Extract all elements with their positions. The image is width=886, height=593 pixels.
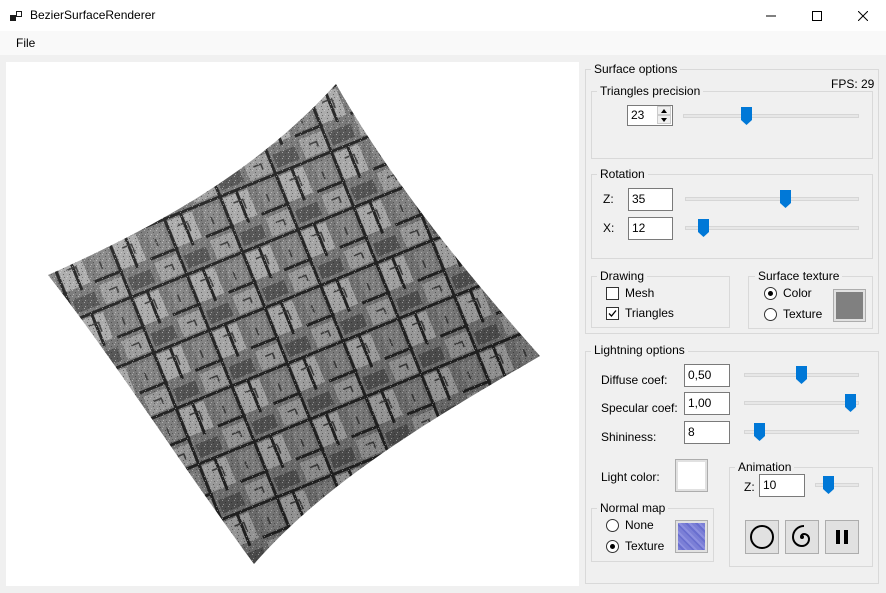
window-title: BezierSurfaceRenderer (30, 8, 156, 22)
rotation-z-slider-track[interactable] (685, 197, 859, 201)
rotation-x-slider-track[interactable] (685, 226, 859, 230)
checkmark-icon (608, 310, 617, 317)
triangles-precision-title: Triangles precision (597, 84, 704, 98)
spin-down-button[interactable] (657, 115, 671, 124)
animation-z-input[interactable]: 10 (759, 474, 805, 497)
normal-map-title: Normal map (597, 501, 669, 515)
arrow-up-icon (661, 108, 667, 113)
normal-map-texture-label[interactable]: Texture (625, 539, 664, 553)
diffuse-label: Diffuse coef: (601, 373, 668, 387)
animation-title: Animation (735, 460, 795, 474)
surface-texture-radio[interactable] (764, 308, 777, 321)
animation-slider-track[interactable] (815, 483, 859, 487)
triangles-checkbox[interactable] (606, 307, 619, 320)
maximize-button[interactable] (794, 0, 840, 31)
bezier-surface (48, 84, 540, 564)
surface-options-title: Surface options (591, 62, 681, 76)
rotation-x-label: X: (603, 221, 615, 235)
precision-value: 23 (631, 108, 645, 122)
surface-color-radio[interactable] (764, 287, 777, 300)
normal-map-texture-radio[interactable] (606, 540, 619, 553)
rotation-z-slider-thumb[interactable] (779, 190, 791, 208)
lightning-options-title: Lightning options (591, 343, 688, 357)
animation-z-value: 10 (763, 478, 777, 492)
surface-color-swatch (836, 292, 863, 319)
close-button[interactable] (840, 0, 886, 31)
spiral-icon (791, 525, 811, 548)
specular-slider-track[interactable] (744, 401, 859, 405)
circle-icon (750, 525, 774, 549)
mesh-checkbox[interactable] (606, 287, 619, 300)
arrow-down-icon (661, 117, 667, 122)
pause-icon (836, 530, 848, 544)
surface-color-label[interactable]: Color (783, 286, 812, 300)
mesh-label[interactable]: Mesh (625, 286, 654, 300)
specular-label: Specular coef: (601, 401, 678, 415)
diffuse-input[interactable]: 0,50 (684, 364, 730, 387)
menu-file[interactable]: File (16, 36, 35, 50)
minimize-icon (766, 15, 776, 16)
shininess-slider-thumb[interactable] (754, 423, 766, 441)
shininess-input[interactable]: 8 (684, 421, 730, 444)
shininess-label: Shininess: (601, 430, 657, 444)
animation-slider-thumb[interactable] (823, 476, 835, 494)
specular-input[interactable]: 1,00 (684, 392, 730, 415)
shininess-value: 8 (688, 425, 695, 439)
normal-map-none-radio[interactable] (606, 519, 619, 532)
precision-slider-track[interactable] (683, 114, 859, 118)
specular-value: 1,00 (688, 396, 712, 410)
animation-z-label: Z: (744, 480, 755, 494)
triangles-label[interactable]: Triangles (625, 306, 674, 320)
rotation-z-value: 35 (632, 192, 646, 206)
render-canvas[interactable] (6, 62, 579, 586)
fps-label: FPS: 29 (831, 77, 875, 91)
surface-texture-label[interactable]: Texture (783, 307, 822, 321)
specular-slider-thumb[interactable] (844, 394, 856, 412)
app-icon (10, 11, 22, 21)
normal-map-swatch (678, 523, 705, 550)
rotation-z-input[interactable]: 35 (628, 188, 673, 211)
drawing-group (591, 276, 730, 328)
rotation-z-label: Z: (603, 192, 614, 206)
normal-map-texture-button[interactable] (675, 520, 708, 553)
minimize-button[interactable] (748, 0, 794, 31)
close-icon (858, 10, 868, 21)
surface-texture-title: Surface texture (755, 269, 843, 283)
rotation-x-input[interactable]: 12 (628, 217, 673, 240)
rotation-x-slider-thumb[interactable] (698, 219, 710, 237)
rotation-x-value: 12 (632, 221, 646, 235)
diffuse-slider-thumb[interactable] (796, 366, 807, 384)
light-color-label: Light color: (601, 470, 660, 484)
circle-animation-button[interactable] (745, 520, 779, 554)
maximize-icon (812, 10, 822, 21)
light-color-button[interactable] (675, 459, 708, 492)
menu-bar (0, 31, 886, 55)
normal-map-none-label[interactable]: None (625, 518, 654, 532)
spin-up-button[interactable] (657, 106, 671, 115)
rotation-title: Rotation (597, 167, 648, 181)
surface-color-button[interactable] (833, 289, 866, 322)
diffuse-value: 0,50 (688, 368, 712, 382)
light-color-swatch (678, 462, 705, 489)
spiral-animation-button[interactable] (785, 520, 819, 554)
precision-slider-thumb[interactable] (740, 107, 752, 125)
drawing-title: Drawing (597, 269, 648, 283)
pause-animation-button[interactable] (825, 520, 859, 554)
